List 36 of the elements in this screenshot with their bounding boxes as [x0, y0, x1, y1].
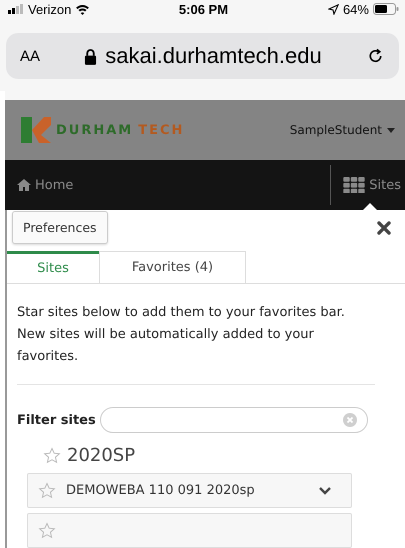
battery-percent: 64% — [342, 2, 369, 16]
site-row[interactable]: DEMOWEBA 110 091 2020sp — [27, 473, 352, 508]
caret-icon — [387, 128, 395, 132]
battery-icon — [372, 3, 399, 15]
url-text: sakai.durhamtech.edu — [105, 43, 322, 69]
preferences-button[interactable]: Preferences — [12, 211, 108, 244]
tab[interactable]: Sites — [7, 251, 99, 283]
filter-field[interactable] — [100, 407, 368, 433]
close-icon[interactable] — [377, 220, 391, 234]
address-bar[interactable]: AA sakai.durhamtech.edu — [6, 33, 399, 79]
home-icon — [17, 179, 31, 191]
logo-text: DURHAM — [56, 122, 134, 138]
signal-icon — [8, 4, 24, 14]
site-row[interactable] — [27, 513, 352, 548]
logo-text: TECH — [138, 122, 184, 138]
chevron-down-icon[interactable] — [319, 486, 331, 494]
clock-time: 5:06 PM — [178, 2, 228, 16]
star-outline-icon[interactable] — [43, 446, 61, 464]
clear-icon[interactable] — [342, 413, 357, 427]
wifi-icon — [75, 4, 90, 14]
star-outline-icon[interactable] — [38, 482, 56, 500]
grid-icon — [343, 177, 366, 193]
lock-icon — [84, 48, 98, 64]
star-outline-icon[interactable] — [38, 522, 56, 540]
location-arrow-icon — [328, 4, 339, 14]
tab[interactable]: Favorites (4) — [99, 251, 246, 283]
carrier-name: Verizon — [28, 2, 72, 16]
term-heading: 2020SP — [67, 445, 136, 466]
logo-mark-icon — [21, 117, 51, 143]
sites-link[interactable]: Sites — [330, 165, 405, 205]
text-size-button[interactable]: AA — [20, 48, 40, 64]
filter-label: Filter sites — [17, 412, 96, 428]
home-link[interactable]: Home — [5, 178, 74, 192]
site-name: DEMOWEBA 110 091 2020sp — [66, 483, 256, 498]
instructions-text: Star sites below to add them to your favorites bar. New sites will be automatically added to your favorites. — [16, 304, 346, 366]
user-menu[interactable]: SampleStudent — [290, 123, 395, 137]
